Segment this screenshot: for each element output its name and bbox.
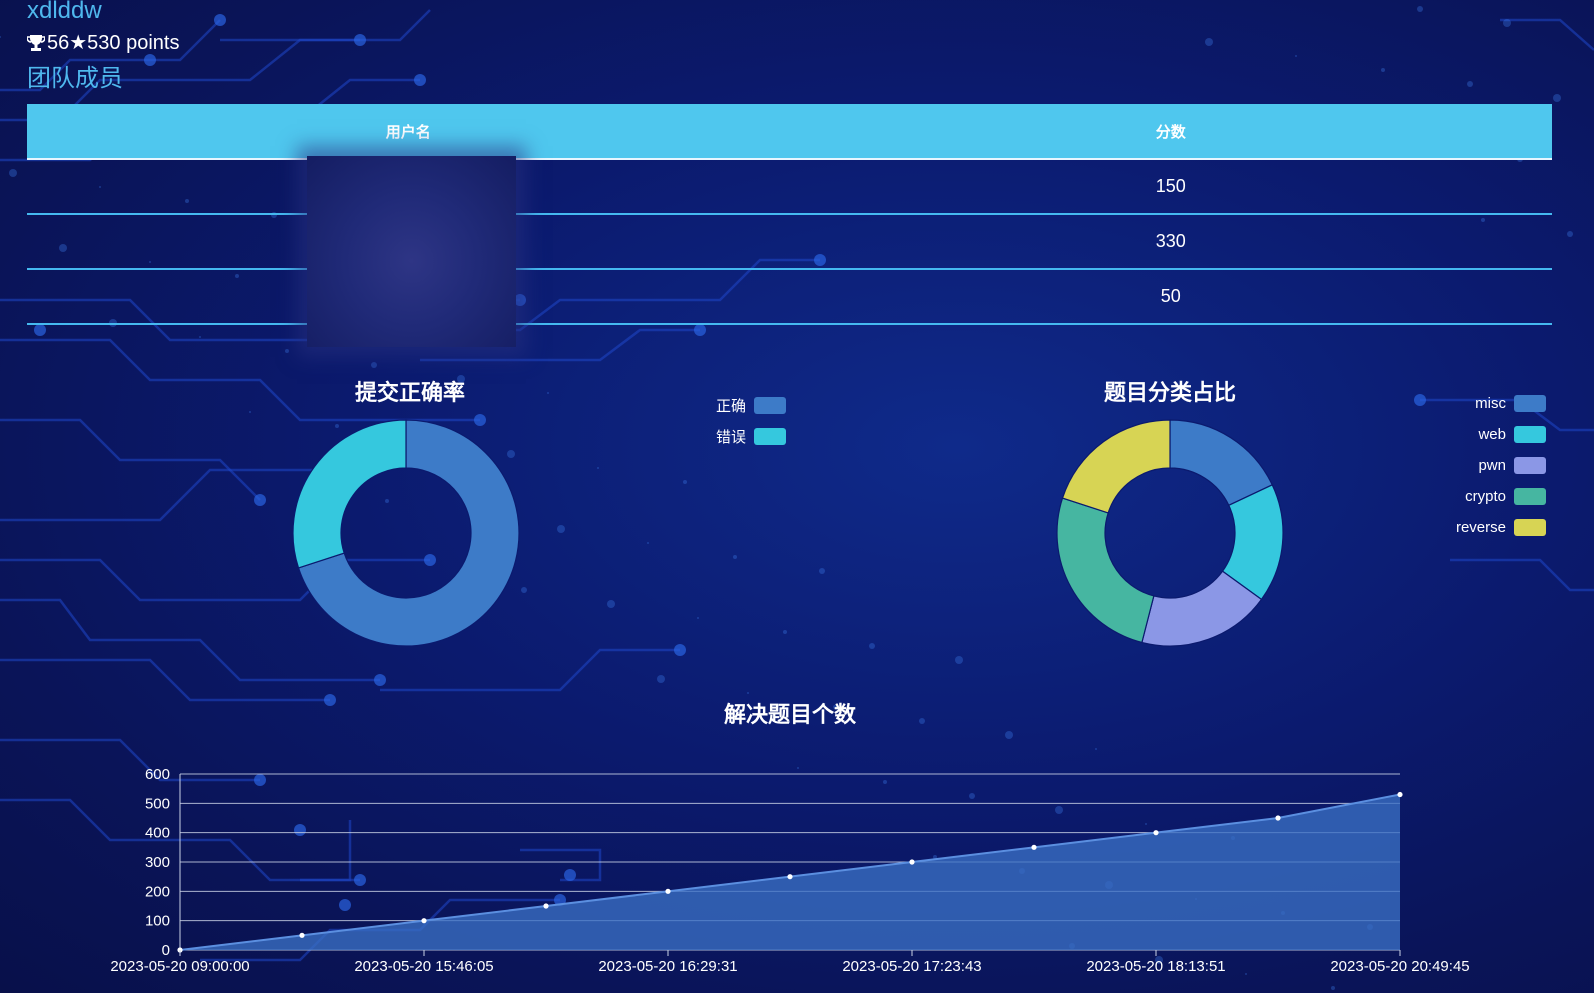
table-row: 150 (27, 160, 1552, 215)
solved-area-chart: 0 100 200 300 400 500 600 2023-05-20 09:00:00 20… (110, 766, 1469, 975)
data-point[interactable] (665, 888, 671, 894)
team-name[interactable]: xdlddw (27, 0, 102, 25)
category-legend: misc web pwn crypto reverse (1420, 395, 1546, 555)
category-chart-title: 题目分类占比 (1103, 380, 1236, 405)
row-score: 50 (1160, 286, 1181, 306)
x-tick-label: 2023-05-20 20:49:45 (1330, 958, 1469, 975)
legend-label: misc (1475, 395, 1506, 412)
area-fill (180, 794, 1400, 950)
x-tick-label: 2023-05-20 16:29:31 (598, 958, 737, 975)
solved-chart-title: 解决题目个数 (723, 702, 856, 727)
x-tick-label: 2023-05-20 09:00:00 (110, 958, 249, 975)
data-point[interactable] (1397, 791, 1403, 798)
legend-label: 错误 (715, 429, 746, 446)
data-point[interactable] (299, 932, 305, 938)
y-tick-label: 200 (145, 883, 170, 900)
legend-swatch (1514, 426, 1546, 443)
redacted-usernames (307, 156, 516, 347)
y-tick-label: 100 (145, 913, 170, 930)
y-tick-label: 0 (162, 942, 170, 959)
table-row: 50 (27, 270, 1552, 325)
donut-slice-reverse[interactable] (1061, 419, 1171, 514)
accuracy-chart-title: 提交正确率 (354, 380, 465, 405)
table-header: 用户名 分数 (27, 104, 1552, 160)
x-tick-label: 2023-05-20 15:46:05 (354, 958, 493, 975)
data-point[interactable] (787, 874, 793, 880)
legend-item-错误[interactable]: 错误 (716, 426, 786, 447)
data-point[interactable] (543, 903, 549, 909)
legend-item-pwn[interactable]: pwn (1478, 457, 1546, 474)
donut-slice-crypto[interactable] (1056, 497, 1155, 644)
legend-item-正确[interactable]: 正确 (716, 395, 786, 416)
y-tick-label: 300 (145, 854, 170, 871)
legend-label: 正确 (715, 398, 746, 415)
team-members-heading[interactable]: 团队成员 (27, 58, 123, 93)
team-stats-text: 56★530 points (47, 32, 180, 54)
accuracy-donut-chart (292, 419, 520, 647)
legend-swatch (1514, 519, 1546, 536)
legend-swatch (1514, 488, 1546, 505)
x-tick-label: 2023-05-20 18:13:51 (1086, 958, 1225, 975)
legend-swatch (1514, 457, 1546, 474)
data-point[interactable] (1153, 830, 1159, 836)
accuracy-legend: 正确 错误 (660, 395, 786, 465)
legend-swatch (754, 397, 786, 414)
legend-label: web (1478, 426, 1506, 443)
trophy-icon (27, 34, 45, 51)
legend-item-misc[interactable]: misc (1475, 395, 1546, 412)
members-table: 用户名 分数 150 330 50 (27, 104, 1552, 325)
data-point[interactable] (1031, 844, 1037, 850)
x-tick-label: 2023-05-20 17:23:43 (842, 958, 981, 975)
legend-item-crypto[interactable]: crypto (1465, 488, 1546, 505)
data-point[interactable] (1275, 815, 1281, 821)
legend-swatch (1514, 395, 1546, 412)
legend-label: pwn (1478, 457, 1506, 474)
donut-slice-错误[interactable] (292, 419, 407, 569)
category-donut-chart (1056, 419, 1284, 647)
team-stats: 56★530 points (27, 30, 179, 55)
y-tick-label: 500 (145, 795, 170, 812)
legend-item-reverse[interactable]: reverse (1456, 519, 1546, 536)
legend-label: crypto (1465, 488, 1506, 505)
legend-label: reverse (1455, 519, 1506, 536)
column-username: 用户名 (385, 123, 431, 141)
row-score: 150 (1155, 176, 1186, 196)
table-row: 330 (27, 215, 1552, 270)
legend-swatch (754, 428, 786, 445)
data-point[interactable] (421, 918, 427, 924)
y-tick-label: 400 (145, 825, 170, 842)
y-tick-label: 600 (145, 766, 170, 783)
legend-item-web[interactable]: web (1478, 426, 1546, 443)
row-score: 330 (1155, 231, 1186, 251)
column-score: 分数 (1155, 123, 1186, 141)
data-point[interactable] (909, 859, 915, 865)
